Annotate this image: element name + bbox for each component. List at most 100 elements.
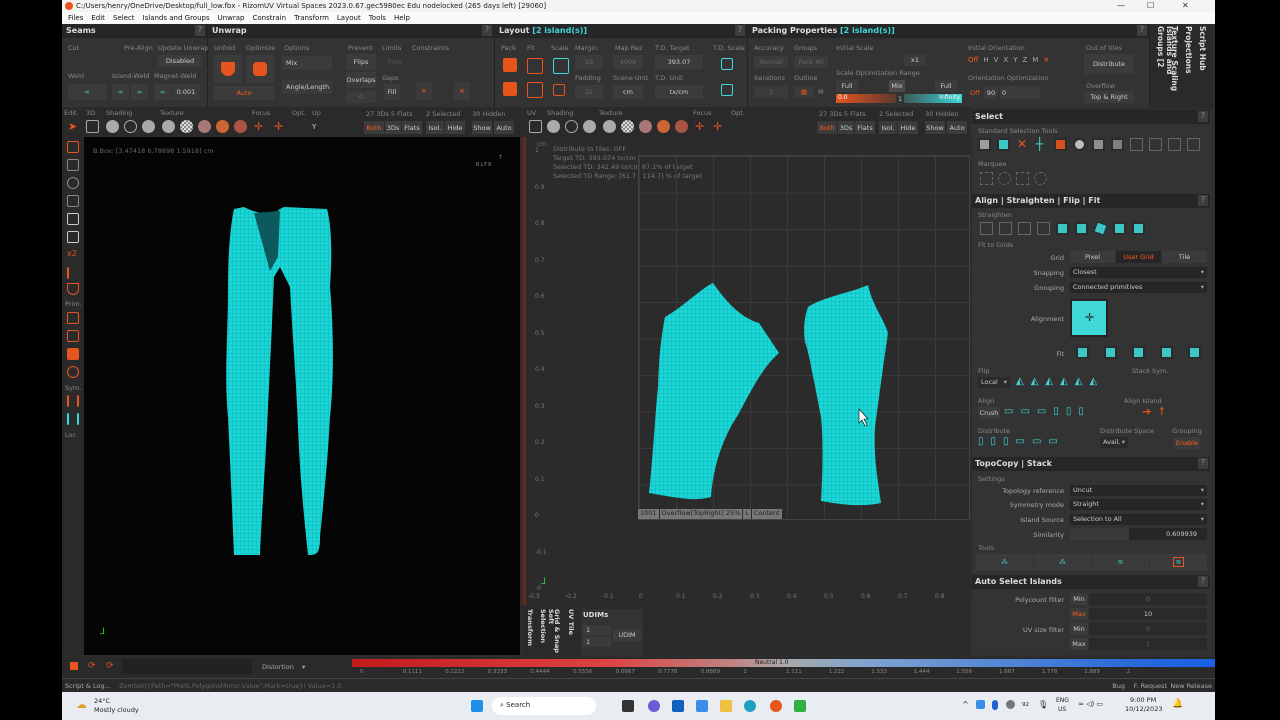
magnet-icon[interactable]: [67, 213, 79, 225]
shading-wire-icon[interactable]: [565, 120, 578, 133]
fill-button[interactable]: Fill: [384, 84, 400, 100]
orient-value-input[interactable]: 0: [1000, 86, 1040, 99]
crush-button[interactable]: Crush: [978, 407, 1000, 419]
orient-clear-icon[interactable]: ✕: [1043, 56, 1049, 64]
flip-icons[interactable]: ◭◭◭◭◭◭: [1016, 376, 1104, 387]
unfold-button[interactable]: [214, 55, 242, 83]
straighten-3-icon[interactable]: [1018, 222, 1031, 235]
cut-icon[interactable]: [67, 231, 79, 243]
focus-selection-icon[interactable]: ✛: [274, 120, 283, 133]
grid-tile-button[interactable]: Tile: [1162, 251, 1207, 263]
texture-2-icon[interactable]: [216, 120, 229, 133]
select-invert-icon[interactable]: [1187, 138, 1200, 151]
menu-select[interactable]: Select: [113, 14, 135, 22]
shading-solid-icon[interactable]: [547, 120, 560, 133]
app-icon-green[interactable]: [794, 700, 806, 712]
tray-sync-icon[interactable]: [1006, 700, 1015, 709]
overflow-dropdown[interactable]: Top & Right: [1084, 91, 1134, 103]
poly-max-input[interactable]: 10: [1089, 608, 1207, 620]
tab-script-hub[interactable]: Script Hub: [1198, 26, 1207, 71]
orient-m-button[interactable]: M: [1032, 56, 1038, 64]
uv-island-right[interactable]: [804, 285, 888, 506]
udim-mode-dropdown[interactable]: UDIM: [613, 629, 641, 641]
symmetry-2-icon[interactable]: [67, 413, 79, 425]
maximize-button[interactable]: ☐: [1147, 1, 1154, 10]
select-similar-icon[interactable]: [1168, 138, 1181, 151]
topology-ref-dropdown[interactable]: Uncut: [1070, 485, 1207, 496]
isolate-button[interactable]: Isol.: [879, 121, 897, 134]
topocopy-tool-1-icon[interactable]: ⁂: [976, 554, 1033, 570]
straighten-grid-v-icon[interactable]: [1075, 222, 1088, 235]
distribute-space-dropdown[interactable]: Avail.: [1100, 437, 1128, 448]
shading-both-icon[interactable]: [583, 120, 596, 133]
fit-both-icon[interactable]: [1076, 346, 1089, 359]
weather-desc[interactable]: Mostly cloudy: [94, 706, 139, 714]
pack-all-button[interactable]: Pack All: [794, 56, 828, 68]
distortion-mode-dropdown[interactable]: Distortion: [262, 663, 294, 671]
td-target-input[interactable]: 393.07: [655, 55, 703, 69]
viewport-3d[interactable]: B.Box: [3.47418 6.78898 1.5918] cm T B L…: [84, 137, 520, 655]
wifi-volume-battery-icon[interactable]: ≈ ◁) ▭: [1078, 700, 1103, 708]
close-button[interactable]: ✕: [1182, 1, 1189, 10]
texture-icon[interactable]: [639, 120, 652, 133]
island-tool-icon[interactable]: [67, 195, 79, 207]
weld-button[interactable]: ∞: [68, 84, 106, 100]
iterations-input[interactable]: 1: [754, 86, 788, 98]
menu-files[interactable]: Files: [68, 14, 83, 22]
marquee-lasso-icon[interactable]: [998, 172, 1011, 185]
fit-icon[interactable]: [527, 58, 543, 74]
poly-min-input[interactable]: 0: [1089, 593, 1207, 605]
notification-bell-icon[interactable]: 🔔: [1172, 699, 1183, 709]
edge-icon[interactable]: [744, 700, 756, 712]
texture-2-icon[interactable]: [657, 120, 670, 133]
update-unwrap-dropdown[interactable]: Disabled: [158, 55, 202, 67]
range-max-dropdown[interactable]: Full: [935, 80, 957, 92]
magnet-weld-input[interactable]: 0.001: [172, 84, 200, 100]
stop-icon[interactable]: [70, 662, 78, 670]
language-1[interactable]: ENG: [1056, 697, 1069, 704]
fit-stretch-icon[interactable]: [1160, 346, 1173, 359]
tray-app-icon[interactable]: [976, 700, 985, 709]
stack-selected-icon[interactable]: ≋: [1150, 554, 1207, 570]
help-button[interactable]: ?: [1198, 111, 1208, 122]
focus-all-icon[interactable]: ✛: [695, 120, 704, 133]
select-overlap-icon[interactable]: [1054, 138, 1067, 151]
dropdown-arrow-icon[interactable]: ▾: [302, 663, 305, 671]
clock-time[interactable]: 9:00 PM: [1130, 696, 1156, 704]
microphone-icon[interactable]: 🎙: [1038, 700, 1048, 709]
straighten-2-icon[interactable]: [999, 222, 1012, 235]
task-view-icon[interactable]: [622, 700, 634, 712]
auto-button[interactable]: Auto: [214, 86, 274, 100]
new-release-button[interactable]: New Release: [1170, 682, 1212, 690]
straighten-rotate-icon[interactable]: [1092, 220, 1109, 237]
shading-wire-icon[interactable]: [124, 120, 137, 133]
select-grow-icon[interactable]: [1092, 138, 1105, 151]
rizomuv-taskbar-icon[interactable]: [770, 700, 782, 712]
uv-island-left[interactable]: [649, 283, 779, 500]
island-source-dropdown[interactable]: Selection to All: [1070, 514, 1207, 525]
legs-mesh[interactable]: [84, 137, 520, 655]
help-button[interactable]: ?: [1198, 195, 1208, 206]
padding-input[interactable]: 32: [575, 85, 603, 99]
snapping-dropdown[interactable]: Closest: [1070, 267, 1207, 278]
range-mix-button[interactable]: Mix: [889, 80, 905, 92]
tab-texture-scaling[interactable]: Texture Scaling: [1170, 26, 1179, 91]
scale-icon[interactable]: [553, 58, 569, 74]
menu-help[interactable]: Help: [394, 14, 410, 22]
both-button[interactable]: Both: [364, 121, 384, 134]
shading-solid-icon[interactable]: [106, 120, 119, 133]
select-loop-icon[interactable]: [1130, 138, 1143, 151]
frame-icon[interactable]: [529, 120, 542, 133]
orient-y-button[interactable]: Y: [1013, 56, 1017, 64]
td-scale-set-icon[interactable]: [721, 84, 733, 96]
tab-uv-tile[interactable]: UV Tile: [567, 609, 575, 635]
range-max-slider[interactable]: Infinity: [904, 94, 962, 103]
prim-island-icon[interactable]: [67, 366, 79, 378]
help-button[interactable]: ?: [1198, 458, 1208, 469]
search-box[interactable]: ⌕ Search: [492, 697, 596, 715]
select-axis-icon[interactable]: ┼: [1036, 137, 1043, 151]
straighten-4-icon[interactable]: [1037, 222, 1050, 235]
start-icon[interactable]: [471, 700, 483, 712]
both-button[interactable]: Both: [817, 121, 837, 134]
x2-button[interactable]: x2: [67, 249, 77, 258]
